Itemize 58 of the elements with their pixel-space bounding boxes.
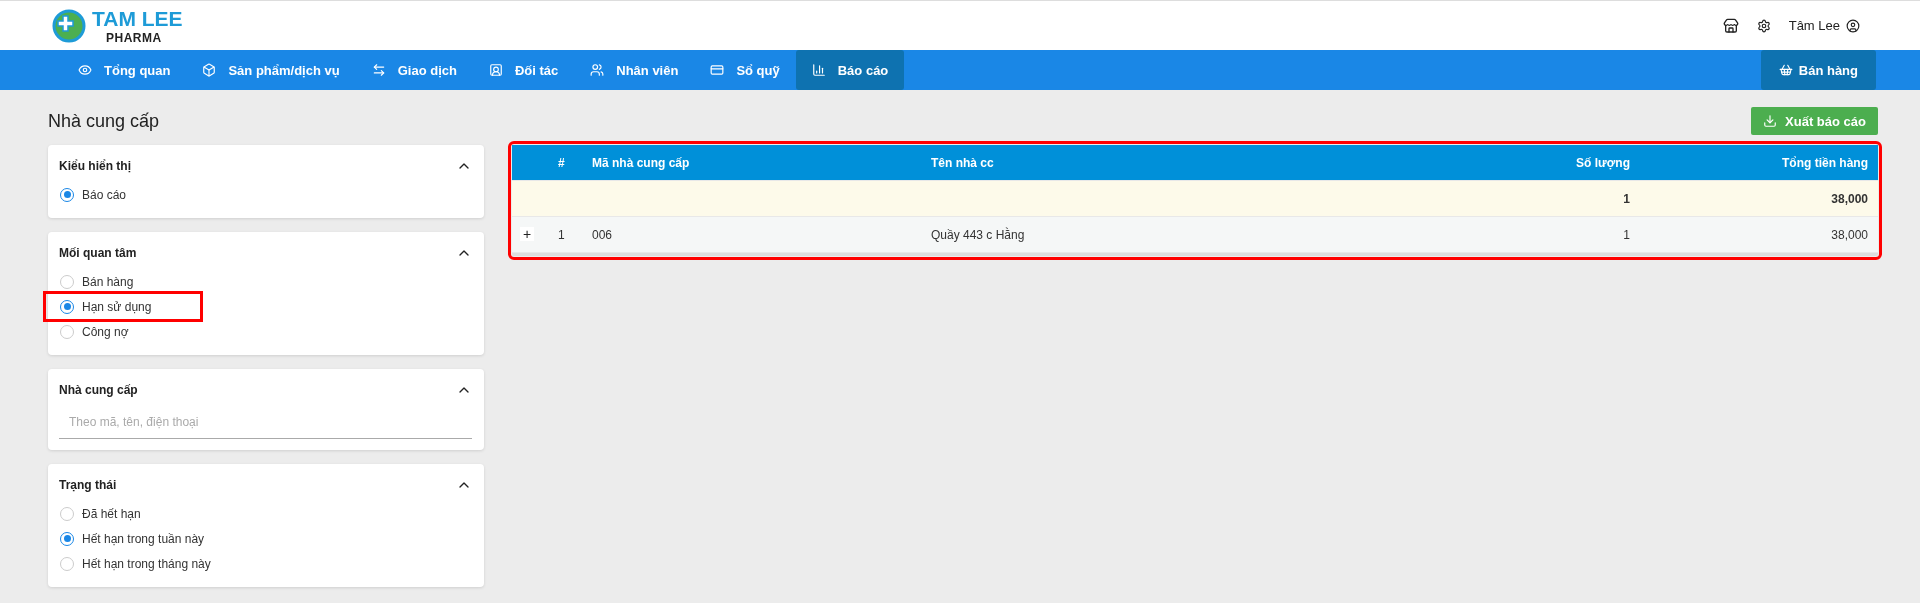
search-field[interactable]: Theo mã, tên, điện thoại: [59, 406, 472, 439]
table-cell-text: 1: [558, 227, 566, 242]
column-header: Tên nhà cc: [931, 155, 995, 170]
filter-title: Kiểu hiển thị: [59, 159, 131, 173]
nav-tab[interactable]: Tổng quan: [62, 50, 187, 90]
expand-button[interactable]: +: [520, 227, 534, 241]
radio-label: Hết hạn trong tuần này: [82, 531, 205, 546]
nav-tab[interactable]: Đối tác: [472, 50, 575, 90]
swap-arrows-icon: [371, 63, 386, 77]
nav-tab[interactable]: Báo cáo: [795, 50, 905, 90]
export-button[interactable]: Xuất báo cáo: [1751, 107, 1878, 135]
column-header: Số lượng: [1575, 155, 1631, 170]
logo-icon: [52, 8, 86, 43]
summary-quantity: 1: [1622, 191, 1631, 206]
box-icon: [202, 63, 217, 77]
column-header: Tổng tiền hàng: [1781, 155, 1869, 170]
eye-icon: [78, 63, 92, 77]
nav-label: Đối tác: [514, 62, 559, 78]
table-cell-text: 1: [1622, 227, 1631, 242]
filter-title: Nhà cung cấp: [59, 383, 138, 397]
nav-label: Tổng quan: [104, 62, 171, 78]
user-icon[interactable]: [1846, 18, 1860, 33]
filter-title: Mối quan tâm: [59, 246, 137, 260]
radio-label: Đã hết hạn: [82, 506, 141, 521]
nav-tab[interactable]: Giao dịch: [355, 50, 473, 90]
logo-name: TAM LEE: [92, 7, 183, 29]
summary-total: 38,000: [1830, 191, 1869, 206]
people-icon: [590, 63, 605, 77]
radio-label: Hạn sử dụng: [82, 299, 152, 314]
basket-icon: [1778, 63, 1793, 77]
nav-label: Sổ quỹ: [736, 62, 780, 78]
page-title: Nhà cung cấp: [48, 110, 160, 132]
nav-label: Sản phẩm/dịch vụ: [228, 62, 340, 78]
filter-title: Trạng thái: [59, 478, 117, 492]
radio-label: Công nợ: [82, 324, 129, 339]
table-cell-text: 38,000: [1830, 227, 1869, 242]
table-cell-text: 006: [592, 227, 614, 242]
nav-tab[interactable]: Nhân viên: [574, 50, 695, 90]
radio-label: Báo cáo: [82, 187, 127, 202]
nav-label: Báo cáo: [837, 62, 889, 78]
nav-tab[interactable]: Sản phẩm/dịch vụ: [186, 50, 356, 90]
user-name[interactable]: Tâm Lee: [1788, 18, 1840, 33]
nav-label: Nhân viên: [616, 62, 679, 78]
settings-icon[interactable]: [1756, 18, 1771, 33]
nav-label: Giao dịch: [397, 62, 457, 78]
bar-chart-icon: [811, 63, 826, 77]
column-header: Mã nhà cung cấp: [592, 155, 691, 170]
logo-subtitle: PHARMA: [106, 31, 163, 44]
nav-tab[interactable]: Sổ quỹ: [694, 50, 796, 90]
radio-label: Hết hạn trong tháng này: [82, 556, 211, 571]
card-icon: [710, 63, 725, 77]
table-cell-text: Quầy 443 c Hằng: [931, 227, 1026, 242]
download-icon: [1763, 114, 1778, 128]
column-header: #: [558, 155, 566, 170]
radio-label: Bán hàng: [82, 274, 134, 289]
store-icon[interactable]: [1722, 17, 1739, 34]
person-badge-icon: [488, 63, 503, 77]
sell-button[interactable]: Bán hàng: [1760, 50, 1876, 90]
